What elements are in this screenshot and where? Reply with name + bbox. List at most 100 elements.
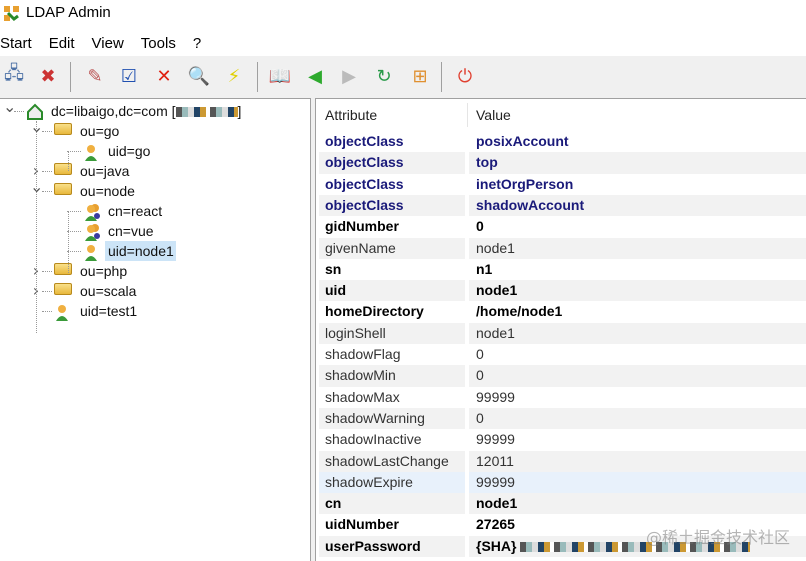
tree-node[interactable]: uid=test1 <box>77 301 140 321</box>
attribute-name: objectClass <box>319 152 465 174</box>
attribute-row[interactable]: shadowInactive 99999 <box>319 429 806 450</box>
tree-node[interactable]: uid=node1 <box>105 241 176 261</box>
window-title: LDAP Admin <box>26 4 111 21</box>
disconnect-button[interactable]: ✖ <box>36 64 60 88</box>
attribute-row[interactable]: shadowExpire 99999 <box>319 471 806 494</box>
tree-connector <box>68 211 69 273</box>
quick-search-button[interactable]: ⚡ <box>222 64 246 88</box>
search-button[interactable]: 🔍 <box>187 64 211 88</box>
redacted-server <box>175 107 238 118</box>
attribute-row[interactable]: uid node1 <box>319 280 806 302</box>
tree-node[interactable]: cn=vue <box>105 221 157 241</box>
pencil-icon: ✎ <box>87 65 103 87</box>
attribute-value: posixAccount <box>469 131 806 152</box>
tree-node[interactable]: ou=java <box>77 161 132 181</box>
menu-bar: Start Edit View Tools? <box>0 32 806 56</box>
back-button[interactable]: ◀ <box>303 64 327 88</box>
tree-node[interactable]: ou=scala <box>77 281 139 301</box>
attribute-row[interactable]: shadowFlag 0 <box>319 344 806 365</box>
tree-view-button[interactable]: ⊞ <box>408 64 432 88</box>
attribute-value-text: 12011 <box>476 452 514 469</box>
attribute-row[interactable]: loginShell node1 <box>319 322 806 344</box>
attribute-value-text: 27265 <box>476 516 515 533</box>
attribute-row[interactable]: shadowMax 99999 <box>319 387 806 408</box>
attribute-name: objectClass <box>325 133 404 149</box>
attribute-row[interactable]: homeDirectory/home/node1 <box>319 301 806 322</box>
attribute-value: /home/node1 <box>469 301 806 322</box>
watermark: @稀土掘金技术社区 <box>645 528 790 547</box>
ldap-admin-logo <box>4 6 19 21</box>
attribute-row[interactable]: objectClass inetOrgPerson <box>319 174 806 195</box>
attribute-list[interactable]: Attribute Value objectClass posixAccount o… <box>315 98 806 561</box>
chevron-down-icon[interactable]: ⌄ <box>3 97 16 117</box>
delete-button[interactable]: ✕ <box>152 64 176 88</box>
directory-tree[interactable]: ⌄ dc=libaigo,dc=com [] ⌄ ou=go uid=go › ou=jav… <box>0 97 311 561</box>
connect-button[interactable]: 🖧 <box>2 63 26 88</box>
exit-button[interactable]: ⏻ <box>453 64 477 88</box>
attribute-value-text: 99999 <box>476 388 515 405</box>
attribute-name: shadowLastChange <box>319 450 465 472</box>
menu-edit[interactable]: Edit <box>49 32 75 56</box>
column-header-attribute[interactable]: Attribute <box>325 99 377 131</box>
hierarchy-icon: ⊞ <box>412 65 428 87</box>
attribute-name: shadowWarning <box>319 407 465 430</box>
tree-node[interactable]: uid=go <box>105 141 153 161</box>
book-icon: 📖 <box>268 65 292 87</box>
tree-node[interactable]: cn=react <box>105 201 165 221</box>
attribute-row[interactable]: shadowWarning 0 <box>319 407 806 430</box>
edit-entry-button[interactable]: ✎ <box>83 64 107 88</box>
attribute-value: 0 <box>469 365 806 387</box>
attribute-row[interactable]: sn n1 <box>319 259 806 280</box>
tree-node-label: cn=react <box>108 203 163 219</box>
refresh-button[interactable]: ↻ <box>372 64 396 88</box>
attribute-row[interactable]: gidNumber 0 <box>319 216 806 237</box>
tree-node[interactable]: dc=libaigo,dc=com [] <box>48 101 244 121</box>
tree-connector <box>67 251 81 252</box>
title-bar: LDAP Admin <box>0 0 806 28</box>
tree-node[interactable]: ou=go <box>77 121 122 141</box>
attribute-value-text: 0 <box>476 409 484 426</box>
tree-node-suffix: ] <box>237 103 242 119</box>
attribute-value-text: 0 <box>476 218 484 235</box>
attribute-name: sn <box>325 260 342 277</box>
attribute-name: objectClass <box>325 175 404 192</box>
schema-button[interactable]: 📖 <box>268 64 292 88</box>
menu-view[interactable]: View <box>92 32 124 56</box>
attribute-value-text: posixAccount <box>476 133 569 149</box>
attribute-name: givenName <box>319 237 465 259</box>
folder-icon <box>54 123 72 135</box>
tree-node-label: ou=scala <box>80 283 137 299</box>
tree-connector <box>42 271 52 272</box>
toolbar: 🖧 ✖ ✎ ☑ ✕ 🔍 ⚡ 📖 ◀ ▶ ↻ ⊞ ⏻ <box>0 56 806 98</box>
column-divider[interactable] <box>467 103 468 127</box>
attribute-value: shadowAccount <box>469 194 806 217</box>
lightning-icon: ⚡ <box>227 65 241 87</box>
forward-button[interactable]: ▶ <box>337 64 361 88</box>
attribute-value-text: n1 <box>476 260 493 277</box>
tree-connector <box>14 111 24 112</box>
attribute-value-text: shadowAccount <box>476 196 585 213</box>
tree-connector <box>68 151 69 171</box>
attribute-row[interactable]: objectClass shadowAccount <box>319 194 806 217</box>
attribute-name: userPassword <box>319 535 465 557</box>
tree-node[interactable]: ou=node <box>77 181 138 201</box>
attribute-value: inetOrgPerson <box>469 174 806 195</box>
attribute-row[interactable]: objectClass top <box>319 152 806 174</box>
attribute-value-text: top <box>476 154 498 171</box>
attribute-row[interactable]: cn node1 <box>319 493 806 515</box>
tree-node-label: dc=libaigo,dc=com [ <box>51 103 176 119</box>
tree-node[interactable]: ou=php <box>77 261 130 281</box>
column-header-value[interactable]: Value <box>476 99 511 131</box>
tree-node-label: ou=go <box>80 123 120 139</box>
menu-start[interactable]: Start <box>0 32 32 56</box>
menu-help[interactable]: ? <box>193 32 201 56</box>
attribute-value: 12011 <box>469 450 806 472</box>
properties-button[interactable]: ☑ <box>117 64 141 88</box>
attribute-value-text: node1 <box>476 495 518 512</box>
attribute-row[interactable]: shadowMin 0 <box>319 365 806 387</box>
attribute-row[interactable]: objectClass posixAccount <box>319 131 806 152</box>
tree-node-label: uid=go <box>108 143 151 159</box>
menu-tools[interactable]: Tools <box>141 32 176 56</box>
attribute-row[interactable]: shadowLastChange 12011 <box>319 450 806 472</box>
attribute-row[interactable]: givenName node1 <box>319 237 806 259</box>
